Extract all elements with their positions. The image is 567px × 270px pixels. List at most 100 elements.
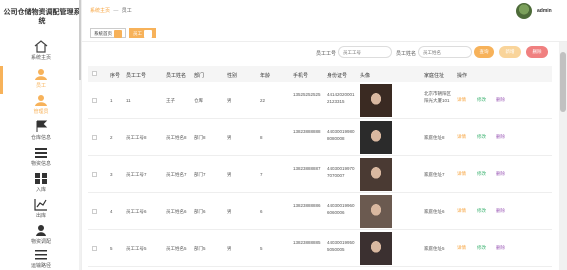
row-index: 4 bbox=[110, 209, 113, 214]
row-gender: 男 bbox=[227, 209, 232, 214]
sidebar-item-warehouse[interactable]: 仓库信息 bbox=[0, 118, 81, 146]
sidebar-item-admin[interactable]: 管理员 bbox=[0, 92, 81, 120]
col-emp-no: 员工工号 bbox=[126, 73, 147, 79]
edit-link[interactable]: 修改 bbox=[477, 97, 486, 103]
employee-photo[interactable] bbox=[360, 195, 392, 228]
row-emp-no: 员工工号8 bbox=[126, 135, 147, 140]
row-phone: 13823888887 bbox=[293, 166, 321, 171]
row-address: 家庭住址6 bbox=[424, 209, 445, 214]
table-row[interactable]: 2 员工工号8 员工姓名8 部门8 男 8 13823888888 4403001998080… bbox=[88, 119, 552, 156]
row-dept: 仓库 bbox=[194, 98, 203, 103]
sidebar-item-label: 物资调配 bbox=[30, 239, 51, 245]
row-name: 员工姓名8 bbox=[166, 135, 187, 140]
add-button[interactable]: 新增 bbox=[499, 46, 521, 58]
tag-label: 系统首页 bbox=[94, 31, 112, 36]
row-checkbox[interactable] bbox=[92, 98, 97, 103]
col-index: 序号 bbox=[110, 73, 121, 79]
delete-link[interactable]: 删除 bbox=[496, 171, 505, 177]
row-dept: 部门8 bbox=[194, 135, 206, 140]
tag-employee[interactable]: 员工 bbox=[129, 28, 156, 38]
row-checkbox[interactable] bbox=[92, 246, 97, 251]
row-emp-no: 11 bbox=[126, 98, 131, 103]
employee-photo[interactable] bbox=[360, 232, 392, 265]
delete-link[interactable]: 删除 bbox=[496, 208, 505, 214]
row-id-no: 440300199606060006 bbox=[327, 203, 355, 215]
row-age: 22 bbox=[260, 98, 266, 103]
row-checkbox[interactable] bbox=[92, 209, 97, 214]
main-scrollbar-thumb[interactable] bbox=[560, 52, 566, 112]
col-address: 家庭住址 bbox=[424, 73, 445, 79]
view-link[interactable]: 详情 bbox=[457, 134, 466, 140]
row-index: 1 bbox=[110, 98, 113, 103]
table-row[interactable]: 4 员工工号6 员工姓名6 部门6 男 6 13823888886 4403001996060… bbox=[88, 193, 552, 230]
username[interactable]: admin bbox=[537, 8, 552, 14]
search-label-name: 员工姓名 bbox=[396, 51, 417, 57]
edit-link[interactable]: 修改 bbox=[477, 208, 486, 214]
search-label-emp-no: 员工工号 bbox=[316, 51, 337, 57]
table-row[interactable]: 3 员工工号7 员工姓名7 部门7 男 7 13823888887 4403001997070… bbox=[88, 156, 552, 193]
row-name: 员工姓名7 bbox=[166, 172, 187, 177]
edit-link[interactable]: 修改 bbox=[477, 134, 486, 140]
view-link[interactable]: 详情 bbox=[457, 171, 466, 177]
main-scrollbar[interactable] bbox=[559, 42, 567, 270]
emp-no-input[interactable] bbox=[338, 46, 392, 58]
delete-button[interactable]: 删除 bbox=[526, 46, 548, 58]
search-button[interactable]: 查询 bbox=[474, 46, 494, 58]
sidebar-item-label: 系统主页 bbox=[30, 55, 51, 61]
tag-home[interactable]: 系统首页 bbox=[90, 28, 126, 38]
active-marker bbox=[0, 66, 3, 94]
top-header: 系统主页 — 员工 admin bbox=[82, 0, 567, 22]
breadcrumb-current: 员工 bbox=[121, 8, 132, 14]
row-dept: 部门6 bbox=[194, 209, 206, 214]
table-row[interactable]: 1 11 王子 仓库男 22 13525252525 441420200012123315 北… bbox=[88, 82, 552, 119]
sidebar-item-employee[interactable]: 员工 bbox=[0, 66, 81, 94]
sidebar-item-materials[interactable]: 物资信息 bbox=[0, 144, 81, 172]
row-phone: 13823888886 bbox=[293, 203, 321, 208]
sidebar-item-label: 运输路径 bbox=[30, 263, 51, 269]
row-phone: 13525252525 bbox=[293, 92, 321, 97]
sidebar-item-outbound[interactable]: 出库 bbox=[0, 196, 81, 224]
edit-link[interactable]: 修改 bbox=[477, 245, 486, 251]
close-icon[interactable] bbox=[144, 29, 152, 38]
row-checkbox[interactable] bbox=[92, 172, 97, 177]
sidebar-item-label: 入库 bbox=[35, 187, 46, 193]
delete-link[interactable]: 删除 bbox=[496, 134, 505, 140]
col-id-no: 身份证号 bbox=[327, 73, 348, 79]
row-gender: 男 bbox=[227, 246, 232, 251]
sidebar-item-label: 出库 bbox=[35, 213, 46, 219]
tags-bar: 系统首页 员工 bbox=[82, 22, 567, 42]
sidebar-item-route[interactable]: 运输路径 bbox=[0, 246, 81, 270]
employee-photo[interactable] bbox=[360, 158, 392, 191]
row-checkbox[interactable] bbox=[92, 135, 97, 140]
sidebar-item-label: 管理员 bbox=[33, 109, 49, 115]
row-emp-no: 员工工号7 bbox=[126, 172, 147, 177]
close-icon[interactable] bbox=[114, 29, 122, 38]
row-emp-no: 员工工号5 bbox=[126, 246, 147, 251]
row-name: 王子 bbox=[166, 98, 175, 103]
tag-label: 员工 bbox=[133, 31, 142, 36]
row-dept: 部门7 bbox=[194, 172, 206, 177]
edit-link[interactable]: 修改 bbox=[477, 171, 486, 177]
view-link[interactable]: 详情 bbox=[457, 208, 466, 214]
view-link[interactable]: 详情 bbox=[457, 245, 466, 251]
avatar[interactable] bbox=[516, 3, 532, 19]
delete-link[interactable]: 删除 bbox=[496, 245, 505, 251]
row-name: 员工姓名6 bbox=[166, 209, 187, 214]
sidebar-item-home[interactable]: 系统主页 bbox=[0, 38, 81, 66]
sidebar-item-inbound[interactable]: 入库 bbox=[0, 170, 81, 198]
delete-link[interactable]: 删除 bbox=[496, 97, 505, 103]
row-age: 7 bbox=[260, 172, 263, 177]
name-input[interactable] bbox=[418, 46, 472, 58]
employee-photo[interactable] bbox=[360, 84, 392, 117]
col-actions: 操作 bbox=[457, 73, 468, 79]
select-all-checkbox[interactable] bbox=[92, 71, 97, 76]
chart-icon bbox=[34, 198, 48, 211]
app-window: 公司仓储物资调配管理系统 系统主页 员工 管理员 仓库信息 物资信息 入库 出库… bbox=[0, 0, 567, 270]
row-id-no: 440300199707070007 bbox=[327, 166, 355, 178]
table-row[interactable]: 5 员工工号5 员工姓名5 部门5 男 5 13823888885 4403001995050… bbox=[88, 230, 552, 267]
view-link[interactable]: 详情 bbox=[457, 97, 466, 103]
breadcrumb-home[interactable]: 系统主页 bbox=[90, 8, 110, 14]
user-icon bbox=[34, 68, 48, 81]
col-dept: 部门 bbox=[194, 73, 205, 79]
employee-photo[interactable] bbox=[360, 121, 392, 154]
